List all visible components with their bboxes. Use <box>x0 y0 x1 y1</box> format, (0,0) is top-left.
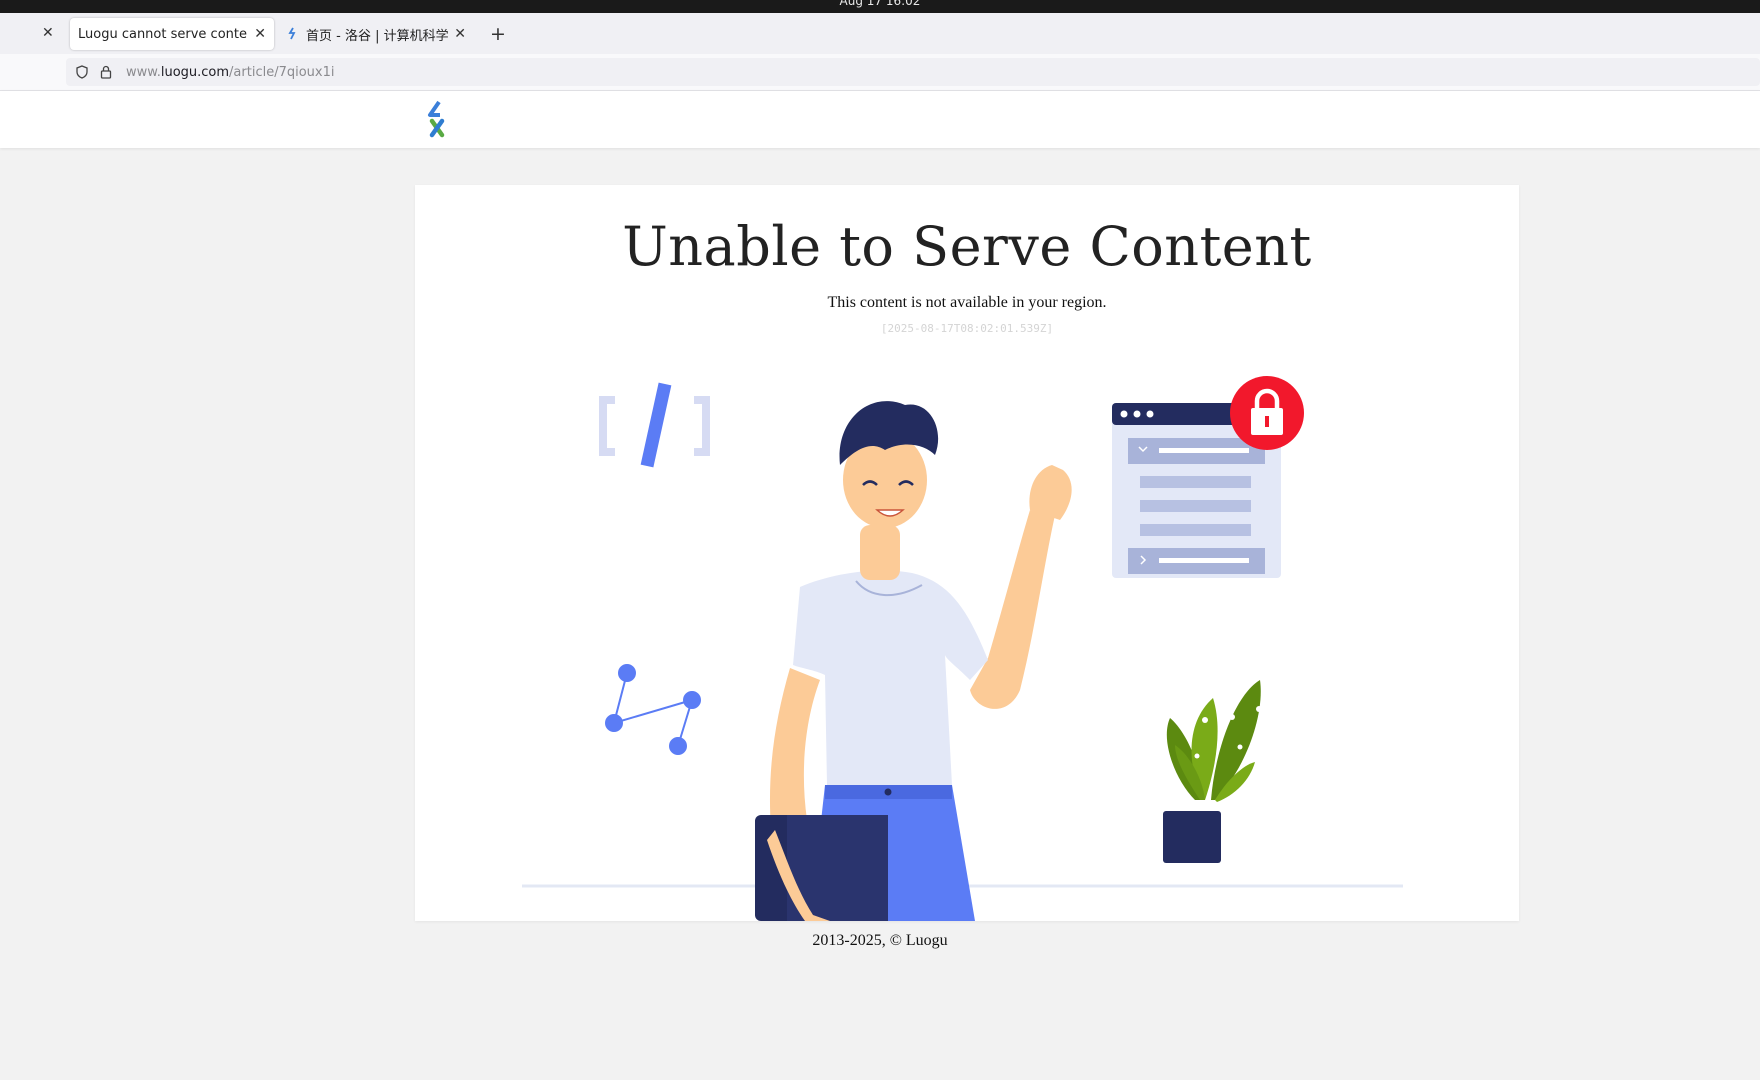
os-top-bar: Aug 17 16:02 <box>0 0 1760 13</box>
tab-strip: ✕ Luogu cannot serve content ✕ 首页 - 洛谷 |… <box>0 13 1760 54</box>
error-message: This content is not available in your re… <box>827 294 1107 311</box>
close-icon[interactable]: ✕ <box>42 25 54 41</box>
url-prefix: www. <box>126 64 161 80</box>
site-header <box>0 91 1760 148</box>
footer-copyright: 2013-2025, © Luogu <box>812 932 948 949</box>
tab-luogu-home[interactable]: 首页 - 洛谷 | 计算机科学教育新生态 ✕ <box>278 18 474 50</box>
new-tab-plus-icon[interactable]: + <box>490 23 506 45</box>
url-path: /article/7qioux1i <box>229 64 335 80</box>
potted-plant-icon <box>1163 680 1262 863</box>
error-timestamp: [2025-08-17T08:02:01.539Z] <box>880 322 1054 335</box>
tab-label: Luogu cannot serve content <box>78 26 249 42</box>
address-bar[interactable]: www.luogu.com/article/7qioux1i <box>66 58 1760 86</box>
address-bar-row: www.luogu.com/article/7qioux1i <box>0 54 1760 91</box>
code-bracket-icon <box>599 382 710 468</box>
url-host: luogu.com <box>160 64 230 80</box>
person-illustration <box>755 401 1072 921</box>
luogu-favicon-icon <box>288 27 296 40</box>
luogu-logo[interactable] <box>420 99 454 139</box>
developer-illustration <box>522 376 1403 921</box>
locked-window-icon <box>1112 376 1304 578</box>
network-graph-icon <box>605 664 701 755</box>
url-text: www.luogu.com/article/7qioux1i <box>126 65 335 80</box>
close-icon[interactable]: ✕ <box>254 26 266 42</box>
shield-icon[interactable] <box>74 64 90 80</box>
close-icon[interactable]: ✕ <box>454 26 466 42</box>
tab-label: 首页 - 洛谷 | 计算机科学教育新生态 <box>306 28 449 44</box>
error-card: Unable to Serve Content This content is … <box>415 185 1519 921</box>
lock-icon[interactable] <box>98 64 114 80</box>
page-title: Unable to Serve Content <box>622 215 1312 278</box>
tab-active[interactable]: Luogu cannot serve content ✕ <box>70 18 274 50</box>
os-clock: Aug 17 16:02 <box>839 0 921 8</box>
